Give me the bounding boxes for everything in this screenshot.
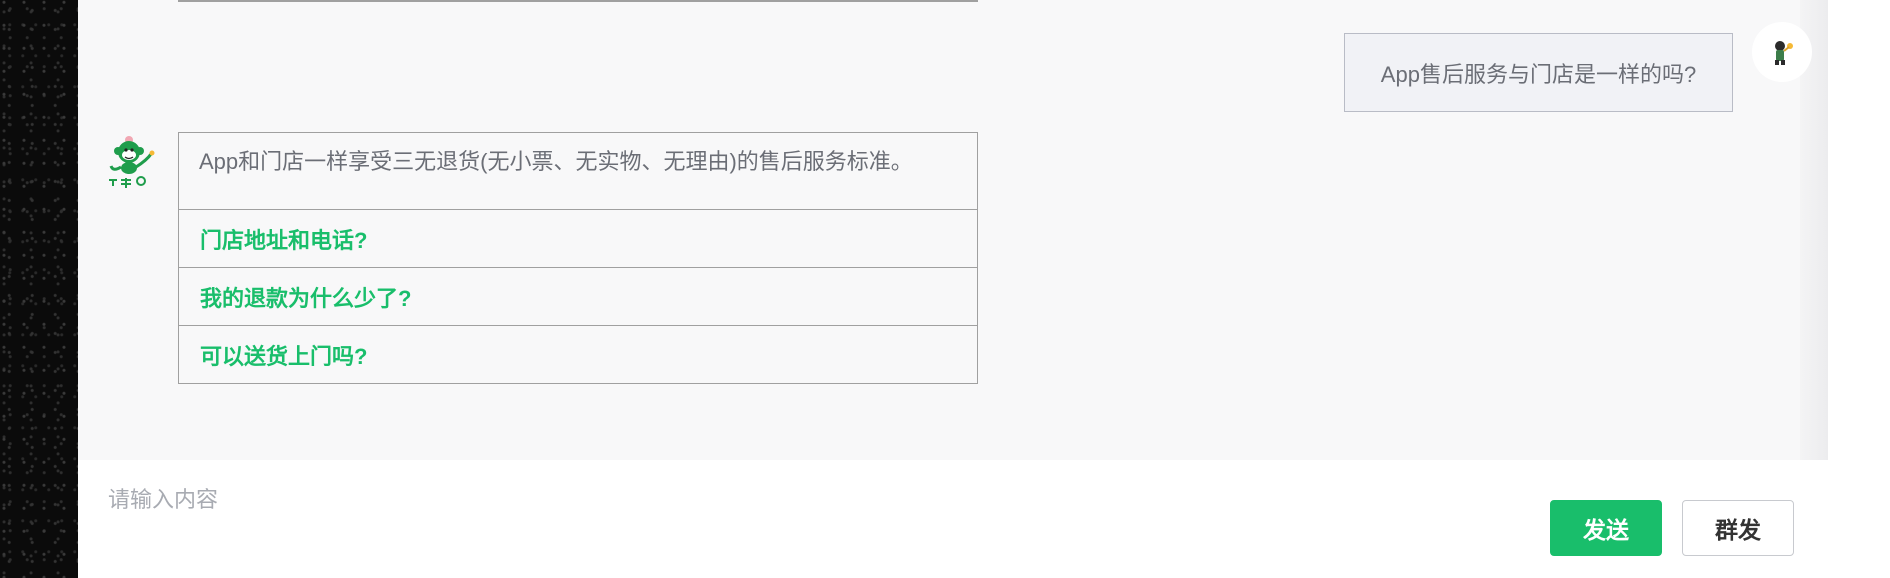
suggestion-home-delivery[interactable]: 可以送货上门吗? <box>179 326 977 384</box>
bot-avatar[interactable] <box>103 132 159 194</box>
suggestion-store-address[interactable]: 门店地址和电话? <box>179 210 977 268</box>
message-input[interactable] <box>108 480 1108 520</box>
user-avatar-icon <box>1775 41 1793 65</box>
user-message-bubble: App售后服务与门店是一样的吗? <box>1344 33 1733 112</box>
suggestion-refund-shortfall[interactable]: 我的退款为什么少了? <box>179 268 977 326</box>
message-composer: 发送 群发 <box>78 460 1828 578</box>
bot-message-card: App和门店一样享受三无退货(无小票、无实物、无理由)的售后服务标准。 门店地址… <box>178 132 978 384</box>
user-avatar[interactable] <box>1752 22 1812 82</box>
broadcast-button[interactable]: 群发 <box>1682 500 1794 556</box>
send-button[interactable]: 发送 <box>1550 500 1662 556</box>
bot-answer-text: App和门店一样享受三无退货(无小票、无实物、无理由)的售后服务标准。 <box>179 133 977 210</box>
monkey-logo-icon <box>109 136 155 188</box>
right-margin <box>1828 0 1890 578</box>
previous-message-edge <box>178 0 978 2</box>
background-strip <box>0 0 78 578</box>
